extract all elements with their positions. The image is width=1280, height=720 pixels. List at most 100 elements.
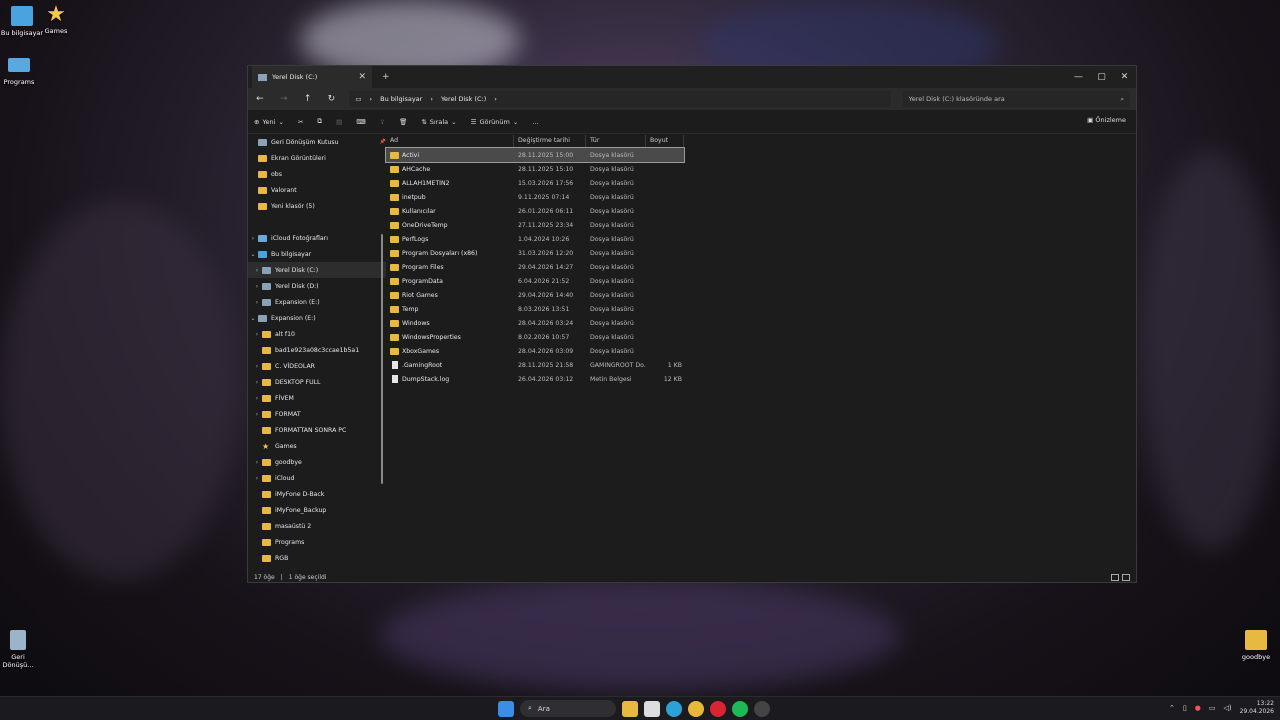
nav-item[interactable]: ›YT — [248, 566, 386, 570]
details-view-icon[interactable] — [1111, 574, 1119, 581]
file-row[interactable]: inetpub 9.11.2025 07:14 Dosya klasörü — [386, 190, 1136, 204]
search-input[interactable]: Yerel Disk (C:) klasöründe ara ⌕ — [902, 91, 1130, 107]
minimize-icon[interactable]: — — [1067, 66, 1090, 88]
file-row[interactable]: Activi 28.11.2025 15:00 Dosya klasörü — [385, 147, 685, 163]
nav-item[interactable]: › DESKTOP FULL — [248, 374, 386, 390]
clock[interactable]: 13:22 29.04.2026 — [1240, 700, 1274, 716]
close-icon[interactable]: ✕ — [1113, 66, 1136, 88]
nav-item-expansion[interactable]: ⌄ Expansion (E:) — [248, 310, 386, 326]
chevron-right-icon[interactable]: › — [252, 395, 262, 402]
steam-icon[interactable] — [754, 700, 770, 717]
nav-item[interactable]: › iCloud — [248, 470, 386, 486]
nav-item[interactable]: › goodbye — [248, 454, 386, 470]
chevron-right-icon[interactable]: › — [252, 267, 262, 274]
file-row[interactable]: AHCache 28.11.2025 15:10 Dosya klasörü — [386, 162, 1136, 176]
sort-button[interactable]: ⇅ Sırala ⌄ — [421, 118, 456, 126]
cut-icon[interactable]: ✂ — [298, 118, 303, 126]
chevron-right-icon[interactable]: › — [252, 299, 262, 306]
more-button[interactable]: ... — [532, 118, 538, 126]
nav-item[interactable]: iMyFone D-Back — [248, 486, 386, 502]
chevron-right-icon[interactable]: › — [252, 475, 262, 482]
nav-item[interactable]: › Yerel Disk (C:) — [248, 262, 386, 278]
file-row[interactable]: .GamingRoot 28.11.2025 21:58 GAMINGROOT Do… — [386, 358, 1136, 372]
new-button[interactable]: ⊕ Yeni ⌄ — [254, 118, 284, 126]
file-row[interactable]: XboxGames 28.04.2026 03:09 Dosya klasörü — [386, 344, 1136, 358]
microphone-icon[interactable]: ● — [1195, 704, 1201, 712]
column-name[interactable]: Ad — [386, 135, 514, 147]
share-icon[interactable]: ⇪ — [380, 118, 385, 126]
breadcrumb-local-disk[interactable]: Yerel Disk (C:) — [441, 95, 486, 103]
file-row[interactable]: Windows 28.04.2026 03:24 Dosya klasörü — [386, 316, 1136, 330]
file-explorer-icon[interactable] — [622, 700, 638, 717]
maximize-icon[interactable]: ▢ — [1090, 66, 1113, 88]
file-row[interactable]: Program Dosyaları (x86) 31.03.2026 12:20 D… — [386, 246, 1136, 260]
nav-item-this-pc[interactable]: ⌄ Bu bilgisayar — [248, 246, 386, 262]
nav-item[interactable]: Valorant — [248, 182, 386, 198]
chrome-icon[interactable] — [688, 700, 704, 717]
nav-item[interactable]: iMyFone_Backup — [248, 502, 386, 518]
volume-icon[interactable]: ◁) — [1224, 704, 1232, 712]
chevron-up-icon[interactable]: ⌃ — [1169, 704, 1175, 712]
nav-item[interactable]: Geri Dönüşüm Kutusu 📌 — [248, 134, 386, 150]
new-tab-icon[interactable]: + — [382, 72, 390, 82]
file-row[interactable]: Kullanıcılar 26.01.2026 06:11 Dosya klasör… — [386, 204, 1136, 218]
nav-item[interactable]: › alt f10 — [248, 326, 386, 342]
nav-item[interactable]: obs — [248, 166, 386, 182]
nav-item[interactable]: Programs — [248, 534, 386, 550]
file-row[interactable]: DumpStack.log 26.04.2026 03:12 Metin Belge… — [386, 372, 1136, 386]
breadcrumb-this-pc[interactable]: Bu bilgisayar — [380, 95, 422, 103]
file-row[interactable]: PerfLogs 1.04.2024 10:26 Dosya klasörü — [386, 232, 1136, 246]
calendar-icon[interactable] — [644, 700, 660, 717]
copy-icon[interactable]: ⧉ — [317, 117, 322, 126]
nav-item[interactable]: masaüstü 2 — [248, 518, 386, 534]
nav-item-icloud-photos[interactable]: › iCloud Fotoğrafları — [248, 230, 386, 246]
forward-arrow-icon[interactable]: → — [278, 94, 290, 104]
desktop-icon-goodbye[interactable]: goodbye — [1234, 630, 1278, 661]
nav-item[interactable]: › FİVEM — [248, 390, 386, 406]
chevron-right-icon[interactable]: › — [252, 331, 262, 338]
refresh-icon[interactable]: ↻ — [326, 94, 338, 104]
desktop-icon-programs[interactable]: Programs — [0, 58, 41, 86]
file-row[interactable]: ALLAH1METİN2 15.03.2026 17:56 Dosya klasör… — [386, 176, 1136, 190]
nav-item[interactable]: bad1e923a08c3ccae1b5a1 — [248, 342, 386, 358]
start-icon[interactable] — [498, 700, 514, 717]
nav-item[interactable]: RGB — [248, 550, 386, 566]
file-row[interactable]: WindowsProperties 8.02.2026 10:57 Dosya kl… — [386, 330, 1136, 344]
opera-icon[interactable] — [710, 700, 726, 717]
view-button[interactable]: ☰ Görünüm ⌄ — [471, 118, 519, 126]
chevron-right-icon[interactable]: › — [252, 363, 262, 370]
network-icon[interactable]: ▭ — [1209, 704, 1216, 712]
file-row[interactable]: ProgramData 6.04.2026 21:52 Dosya klasörü — [386, 274, 1136, 288]
preview-button[interactable]: ▣ Önizleme — [1087, 116, 1126, 124]
nav-item[interactable]: › Expansion (E:) — [248, 294, 386, 310]
battery-icon[interactable]: ▯ — [1183, 704, 1187, 712]
nav-item[interactable]: › C. VİDEOLAR — [248, 358, 386, 374]
column-size[interactable]: Boyut — [646, 135, 684, 147]
file-row[interactable]: Riot Games 29.04.2026 14:40 Dosya klasörü — [386, 288, 1136, 302]
column-date[interactable]: Değiştirme tarihi — [514, 135, 586, 147]
desktop-icon-games[interactable]: ★ Games — [34, 4, 78, 36]
nav-item[interactable]: Yeni klasör (5) — [248, 198, 386, 214]
up-arrow-icon[interactable]: ↑ — [302, 94, 314, 104]
back-arrow-icon[interactable]: ← — [254, 94, 266, 104]
rename-icon[interactable]: ⌨ — [356, 118, 365, 126]
nav-item[interactable]: › Yerel Disk (D:) — [248, 278, 386, 294]
nav-item[interactable]: ★ Games — [248, 438, 386, 454]
file-row[interactable]: Program Files 29.04.2026 14:27 Dosya klasö… — [386, 260, 1136, 274]
file-row[interactable]: Temp 8.03.2026 13:51 Dosya klasörü — [386, 302, 1136, 316]
edge-icon[interactable] — [666, 700, 682, 717]
tiles-view-icon[interactable] — [1122, 574, 1130, 581]
nav-item[interactable]: Ekran Görüntüleri — [248, 150, 386, 166]
desktop-icon-recycle-bin[interactable]: Geri Dönüşü... — [0, 630, 40, 669]
file-row[interactable]: OneDriveTemp 27.11.2025 23:34 Dosya klasör… — [386, 218, 1136, 232]
delete-icon[interactable]: 🗑 — [399, 118, 407, 126]
nav-item[interactable]: FORMATTAN SONRA PC — [248, 422, 386, 438]
nav-scrollbar[interactable] — [381, 234, 383, 484]
paste-icon[interactable]: ▤ — [336, 118, 342, 126]
nav-item[interactable]: › FORMAT — [248, 406, 386, 422]
column-type[interactable]: Tür — [586, 135, 646, 147]
chevron-right-icon[interactable]: › — [252, 411, 262, 418]
spotify-icon[interactable] — [732, 700, 748, 717]
chevron-right-icon[interactable]: › — [252, 379, 262, 386]
breadcrumb[interactable]: ▭ › Bu bilgisayar › Yerel Disk (C:) › — [349, 91, 891, 107]
